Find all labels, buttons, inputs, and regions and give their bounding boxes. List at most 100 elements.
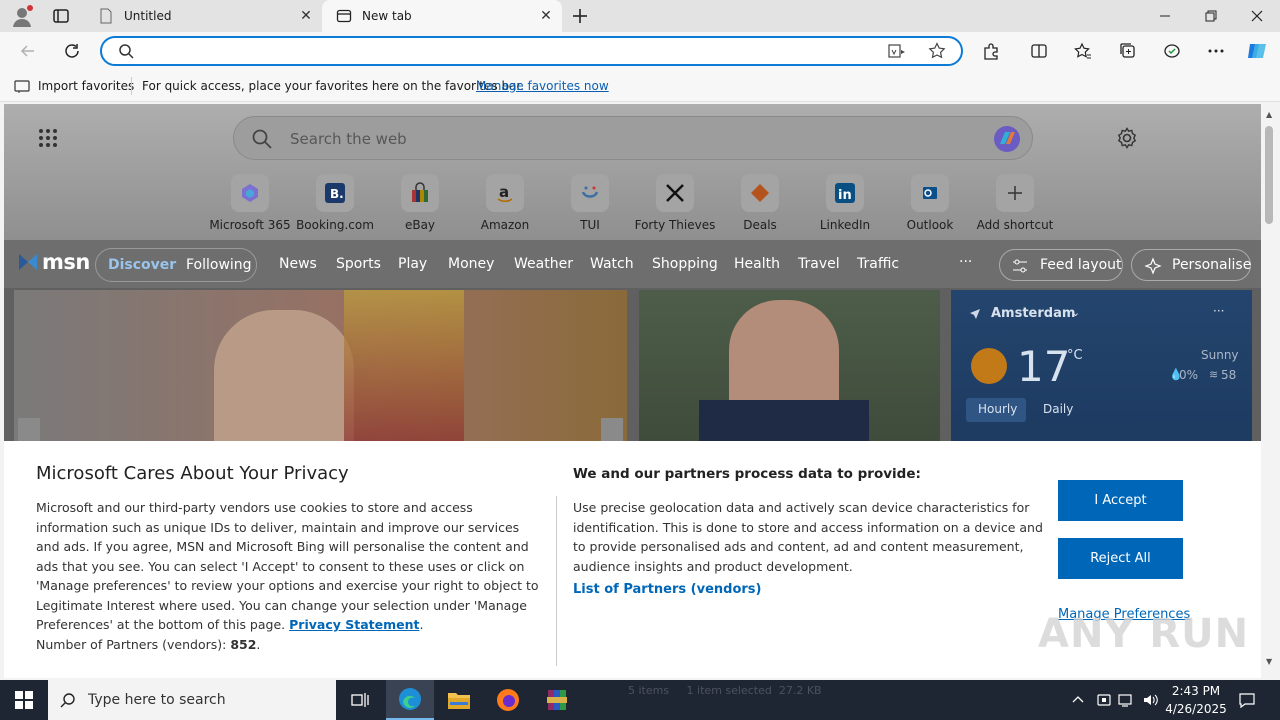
daily-tab[interactable]: Daily xyxy=(1043,402,1073,416)
tab-title: Untitled xyxy=(124,9,172,23)
msn-butterfly-icon xyxy=(19,254,37,270)
more-options-icon[interactable]: ··· xyxy=(1213,304,1224,318)
accept-button[interactable]: I Accept xyxy=(1058,480,1183,521)
reject-all-button[interactable]: Reject All xyxy=(1058,538,1183,579)
nav-play[interactable]: Play xyxy=(398,256,427,272)
tab-untitled[interactable]: Untitled ✕ xyxy=(84,0,322,32)
more-nav-button[interactable]: ··· xyxy=(959,254,972,270)
close-tab-icon[interactable]: ✕ xyxy=(538,8,554,24)
nav-money[interactable]: Money xyxy=(448,256,494,272)
nav-health[interactable]: Health xyxy=(734,256,780,272)
feed-toggle: Discover Following xyxy=(95,248,257,282)
collections-icon[interactable] xyxy=(1117,40,1139,62)
clock-time[interactable]: 2:43 PM xyxy=(1168,684,1224,698)
apps-launcher-icon[interactable] xyxy=(38,128,58,148)
nav-news[interactable]: News xyxy=(279,256,317,272)
split-screen-icon[interactable] xyxy=(1028,40,1050,62)
volume-icon[interactable] xyxy=(1142,692,1158,708)
favorite-star-icon[interactable] xyxy=(928,42,946,60)
back-button[interactable] xyxy=(17,40,39,62)
extensions-icon[interactable] xyxy=(980,40,1002,62)
minimize-button[interactable] xyxy=(1142,0,1188,32)
favorites-icon[interactable] xyxy=(1072,40,1094,62)
nav-traffic[interactable]: Traffic xyxy=(857,256,899,272)
nav-weather[interactable]: Weather xyxy=(514,256,573,272)
ebay-icon xyxy=(401,174,439,212)
refresh-button[interactable] xyxy=(61,40,83,62)
tab-title: New tab xyxy=(362,9,412,23)
shortcut-outlook[interactable]: Outlook xyxy=(888,174,972,234)
hourly-tab[interactable]: Hourly xyxy=(966,398,1026,422)
close-tab-icon[interactable]: ✕ xyxy=(298,8,314,24)
restore-button[interactable] xyxy=(1188,0,1234,32)
start-button[interactable] xyxy=(0,680,48,720)
nav-shopping[interactable]: Shopping xyxy=(652,256,718,272)
copilot-search-icon[interactable] xyxy=(992,124,1022,154)
feed-layout-button[interactable]: Feed layout xyxy=(999,249,1123,281)
shortcut-booking[interactable]: B. Booking.com xyxy=(293,174,377,234)
news-card-main[interactable] xyxy=(14,290,627,450)
manage-favorites-link[interactable]: Manage favorites now xyxy=(476,79,609,93)
search-icon xyxy=(60,692,76,708)
page-settings-icon[interactable] xyxy=(1116,127,1138,149)
shortcut-tui[interactable]: TUI xyxy=(548,174,632,234)
personalise-label: Personalise xyxy=(1172,257,1252,273)
tab-new-tab[interactable]: New tab ✕ xyxy=(322,0,562,32)
shortcut-add[interactable]: Add shortcut xyxy=(973,174,1057,234)
nav-travel[interactable]: Travel xyxy=(798,256,840,272)
close-window-button[interactable] xyxy=(1234,0,1280,32)
scroll-down-arrow-icon[interactable]: ▼ xyxy=(1266,657,1272,666)
sparkle-icon xyxy=(1144,257,1162,275)
page-scrollbar[interactable]: ▲ ▼ xyxy=(1261,104,1280,678)
taskbar-firefox[interactable] xyxy=(484,680,532,720)
shortcut-ebay[interactable]: eBay xyxy=(378,174,462,234)
device-icon[interactable] xyxy=(1096,692,1112,708)
copilot-icon[interactable] xyxy=(1246,40,1268,62)
tab-actions-icon[interactable] xyxy=(52,7,70,25)
favorites-hint: For quick access, place your favorites h… xyxy=(142,79,525,93)
tab-discover[interactable]: Discover xyxy=(108,257,176,273)
tab-following[interactable]: Following xyxy=(186,257,252,273)
weather-unit[interactable]: °C xyxy=(1067,348,1083,363)
taskbar-search[interactable]: Type here to search xyxy=(48,680,336,720)
privacy-statement-link[interactable]: Privacy Statement xyxy=(289,617,419,632)
taskbar-file-explorer[interactable] xyxy=(435,680,483,720)
shortcut-microsoft-365[interactable]: Microsoft 365 xyxy=(208,174,292,234)
list-of-partners-link[interactable]: List of Partners (vendors) xyxy=(573,582,761,597)
shortcut-forty-thieves[interactable]: Forty Thieves xyxy=(633,174,717,234)
notifications-icon[interactable] xyxy=(1238,691,1256,709)
clock-date[interactable]: 4/26/2025 xyxy=(1162,702,1230,716)
network-icon[interactable] xyxy=(1118,692,1134,708)
web-search-box[interactable]: Search the web xyxy=(233,116,1033,160)
weather-location[interactable]: Amsterdam xyxy=(991,306,1075,321)
personalise-button[interactable]: Personalise xyxy=(1131,249,1251,281)
chevron-down-icon[interactable]: ⌄ xyxy=(1071,306,1080,319)
browser-essentials-icon[interactable] xyxy=(1161,40,1183,62)
nav-watch[interactable]: Watch xyxy=(590,256,634,272)
show-hidden-icons-chevron-icon[interactable] xyxy=(1071,692,1085,706)
news-card-secondary[interactable] xyxy=(639,290,940,450)
taskbar-edge[interactable] xyxy=(386,680,434,720)
weather-card[interactable]: Amsterdam ⌄ ··· 17 °C Sunny 💧 0% ≋ 58 Ho… xyxy=(951,290,1252,450)
profile-avatar[interactable] xyxy=(10,4,34,28)
shortcut-linkedin[interactable]: in LinkedIn xyxy=(803,174,887,234)
settings-more-icon[interactable] xyxy=(1205,40,1227,62)
import-favorites-icon xyxy=(14,78,30,94)
outlook-icon xyxy=(911,174,949,212)
partners-count: 852 xyxy=(230,636,257,652)
scrollbar-thumb[interactable] xyxy=(1265,126,1273,224)
task-view-button[interactable] xyxy=(336,680,384,720)
immersive-reader-icon[interactable] xyxy=(888,42,906,60)
import-favorites-button[interactable]: Import favorites xyxy=(38,79,134,93)
taskbar-search-placeholder: Type here to search xyxy=(88,692,226,708)
address-bar[interactable] xyxy=(100,36,963,66)
nav-sports[interactable]: Sports xyxy=(336,256,381,272)
shortcut-deals[interactable]: Deals xyxy=(718,174,802,234)
news-photo xyxy=(214,310,354,450)
scroll-up-arrow-icon[interactable]: ▲ xyxy=(1266,110,1272,119)
shortcut-amazon[interactable]: a Amazon xyxy=(463,174,547,234)
forty-thieves-icon xyxy=(656,174,694,212)
new-tab-button[interactable] xyxy=(570,6,590,26)
taskbar-winrar[interactable] xyxy=(533,680,581,720)
msn-logo[interactable]: msn xyxy=(16,250,90,274)
